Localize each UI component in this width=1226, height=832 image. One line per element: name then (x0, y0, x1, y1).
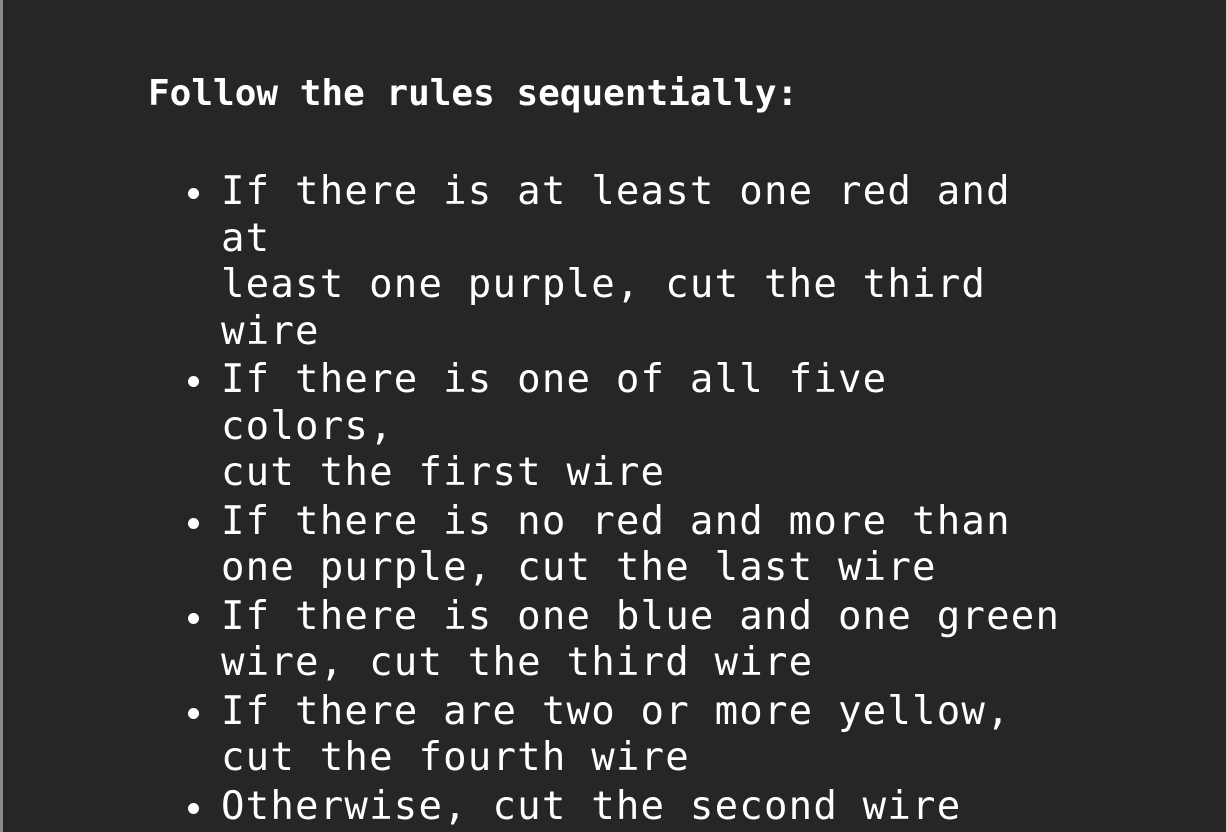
rule-item-6: Otherwise, cut the second wire (188, 783, 1081, 831)
rule-text: If there is one blue and one green wire,… (221, 593, 1061, 686)
rules-heading: Follow the rules sequentially: (148, 73, 799, 114)
rule-text: Otherwise, cut the second wire (221, 783, 962, 829)
rule-item-4: If there is one blue and one green wire,… (188, 593, 1081, 687)
rule-item-5: If there are two or more yellow, cut the… (188, 688, 1081, 782)
rule-text: If there are two or more yellow, cut the… (221, 688, 1011, 781)
bullet-icon (188, 517, 199, 529)
rule-item-1: If there is at least one red and at leas… (188, 169, 1081, 355)
rule-item-3: If there is no red and more than one pur… (188, 498, 1081, 592)
bullet-icon (188, 188, 199, 199)
bullet-icon (188, 802, 199, 814)
bullet-icon (188, 707, 199, 719)
rule-text: If there is one of all five colors, cut … (221, 357, 888, 495)
rules-list: If there is at least one red and at leas… (188, 169, 1081, 832)
bullet-icon (188, 612, 199, 624)
rules-panel: Follow the rules sequentially: If there … (0, 0, 1226, 832)
rule-text: If there is no red and more than one pur… (221, 498, 1011, 591)
rule-item-2: If there is one of all five colors, cut … (188, 357, 1081, 497)
bullet-icon (188, 376, 199, 387)
rule-text: If there is at least one red and at leas… (221, 169, 1011, 354)
